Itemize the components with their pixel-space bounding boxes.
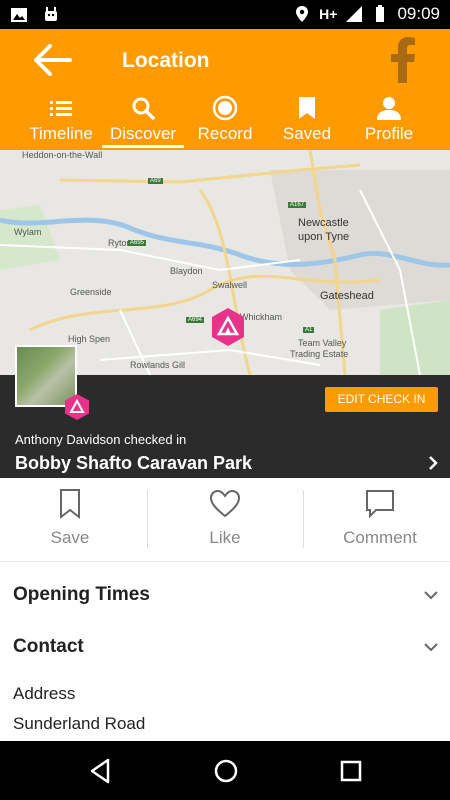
opening-times-section[interactable]: Opening Times bbox=[0, 572, 450, 622]
edit-check-in-button[interactable]: EDIT CHECK IN bbox=[325, 387, 438, 412]
road-number: A167 bbox=[288, 202, 307, 208]
tab-discover[interactable]: Discover bbox=[102, 93, 184, 150]
save-label: Save bbox=[50, 528, 90, 547]
like-button[interactable]: Like bbox=[155, 488, 295, 554]
list-icon bbox=[50, 101, 72, 116]
address-line: Sunderland Road bbox=[13, 714, 146, 733]
contact-title: Contact bbox=[13, 636, 84, 657]
road-number: A1 bbox=[303, 327, 315, 333]
app-bar: Location Timeline Discover Record Saved … bbox=[0, 29, 450, 150]
heart-outline-icon bbox=[209, 489, 241, 518]
facebook-icon[interactable] bbox=[390, 37, 416, 83]
person-icon bbox=[377, 97, 401, 120]
chevron-right-icon bbox=[429, 456, 438, 470]
tab-record[interactable]: Record bbox=[188, 93, 262, 150]
system-nav-bar bbox=[0, 741, 450, 800]
save-button[interactable]: Save bbox=[0, 488, 140, 554]
nav-back-icon[interactable] bbox=[86, 756, 116, 786]
tab-profile-label: Profile bbox=[364, 124, 414, 143]
map-label: Blaydon bbox=[170, 266, 203, 276]
comment-icon bbox=[366, 490, 394, 519]
location-icon bbox=[296, 6, 309, 22]
address-label: Address bbox=[13, 684, 76, 703]
action-row: Save Like Comment bbox=[0, 478, 450, 562]
signal-icon bbox=[346, 6, 363, 22]
map-label: Wylam bbox=[14, 227, 42, 237]
map-label: Heddon-on-the-Wall bbox=[22, 150, 103, 160]
place-name: Bobby Shafto Caravan Park bbox=[15, 453, 253, 473]
nav-home-icon[interactable] bbox=[211, 756, 241, 786]
tab-timeline-label: Timeline bbox=[29, 124, 93, 143]
battery-icon bbox=[376, 5, 385, 22]
map-label: Newcastle bbox=[298, 217, 349, 229]
campsite-pin-icon[interactable] bbox=[210, 307, 246, 347]
clock: 09:09 bbox=[397, 4, 440, 23]
map-label: Team Valley bbox=[298, 338, 347, 348]
contact-section[interactable]: Contact bbox=[0, 624, 450, 674]
android-notification-icon bbox=[45, 7, 57, 21]
back-arrow-icon[interactable] bbox=[32, 43, 72, 77]
bookmark-icon bbox=[299, 97, 315, 119]
page-title: Location bbox=[122, 49, 210, 72]
campsite-badge-icon bbox=[65, 394, 89, 420]
tab-saved-label: Saved bbox=[282, 124, 332, 143]
tab-saved[interactable]: Saved bbox=[272, 93, 342, 150]
map-label: Greenside bbox=[70, 287, 112, 297]
image-notification-icon bbox=[11, 8, 27, 22]
active-tab-indicator bbox=[102, 145, 184, 148]
map-label: Swalwell bbox=[212, 280, 248, 290]
opening-times-title: Opening Times bbox=[13, 584, 150, 605]
tab-bar: Timeline Discover Record Saved Profile bbox=[0, 93, 450, 150]
road-number: A694 bbox=[186, 317, 205, 323]
road-number: A695 bbox=[128, 240, 147, 246]
checkin-banner[interactable]: EDIT CHECK IN Anthony Davidson checked i… bbox=[0, 345, 450, 478]
tab-record-label: Record bbox=[197, 124, 253, 143]
map-label: High Spen bbox=[68, 334, 111, 344]
like-label: Like bbox=[209, 528, 241, 547]
tab-discover-label: Discover bbox=[109, 124, 177, 143]
map-label: upon Tyne bbox=[298, 231, 350, 243]
record-icon bbox=[212, 95, 238, 121]
comment-button[interactable]: Comment bbox=[310, 488, 450, 554]
map-label: Gateshead bbox=[320, 290, 374, 302]
comment-label: Comment bbox=[343, 528, 417, 547]
nav-recents-icon[interactable] bbox=[336, 756, 366, 786]
chevron-down-icon bbox=[424, 591, 438, 600]
road-number: A69 bbox=[148, 178, 163, 184]
divider bbox=[303, 490, 304, 548]
map-label: Trading Estate bbox=[290, 349, 349, 359]
tab-profile[interactable]: Profile bbox=[354, 93, 424, 150]
checked-in-by-text: Anthony Davidson checked in bbox=[15, 432, 187, 447]
chevron-down-icon bbox=[424, 643, 438, 652]
divider bbox=[147, 490, 148, 548]
map-label: Whickham bbox=[240, 312, 283, 322]
map-label: Rowlands Gill bbox=[130, 360, 186, 370]
network-type: H+ bbox=[319, 6, 338, 22]
bookmark-outline-icon bbox=[60, 489, 80, 520]
tab-timeline[interactable]: Timeline bbox=[22, 93, 100, 150]
location-map[interactable]: Heddon-on-the-Wall Newcastle upon Tyne W… bbox=[0, 150, 450, 375]
search-icon bbox=[132, 97, 155, 120]
status-bar: H+ 09:09 bbox=[0, 0, 450, 29]
